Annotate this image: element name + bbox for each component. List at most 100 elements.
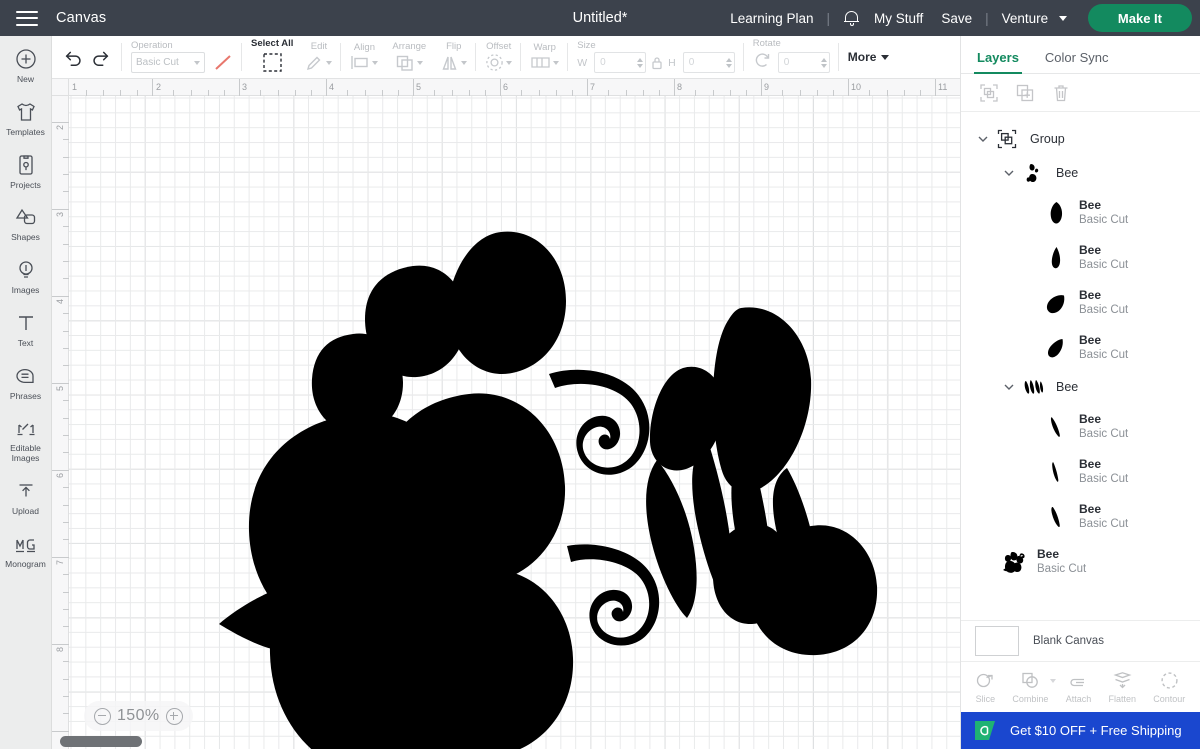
scrollbar-thumb[interactable]	[60, 736, 142, 747]
layer-row-bee-group-2[interactable]: Bee	[961, 370, 1200, 404]
canvas-area[interactable]: 1 2 3 4 5 6 7 8 9 10 11 2 3 4 5 6 7 8 15…	[52, 79, 960, 749]
chevron-down-icon	[326, 60, 333, 65]
top-bar-right: Learning Plan | My Stuff Save | Venture …	[721, 4, 1200, 32]
sidebar-label-phrases: Phrases	[9, 390, 42, 401]
flatten-label: Flatten	[1108, 693, 1136, 704]
chevron-down-icon	[553, 60, 560, 65]
promo-banner[interactable]: Get $10 OFF + Free Shipping	[961, 712, 1200, 749]
width-stepper[interactable]	[637, 57, 644, 68]
chevron-down-icon[interactable]	[1050, 678, 1057, 683]
sidebar-label-text: Text	[17, 337, 34, 348]
height-label: H	[668, 56, 676, 69]
slice-button[interactable]: Slice	[976, 671, 995, 704]
operation-color-swatch[interactable]	[213, 52, 233, 73]
delete-icon[interactable]	[1051, 83, 1071, 103]
edit-toolbar: Operation Basic Cut Select All Edit Alig…	[52, 36, 960, 79]
offset-button[interactable]	[485, 53, 513, 72]
layer-row-bee-6[interactable]: Bee Basic Cut	[961, 449, 1200, 494]
height-input[interactable]: 0	[682, 52, 735, 74]
tab-layers[interactable]: Layers	[974, 50, 1022, 74]
align-arrange-flip-group: Align Arrange Flip	[341, 36, 477, 78]
save-button[interactable]: Save	[932, 11, 981, 26]
shapes-icon	[13, 204, 39, 230]
duplicate-icon[interactable]	[1015, 83, 1035, 103]
layer-row-bee-1[interactable]: Bee Basic Cut	[961, 190, 1200, 235]
warp-button[interactable]	[530, 54, 560, 71]
canvas-horizontal-scrollbar[interactable]	[52, 735, 960, 749]
chevron-down-icon[interactable]	[1001, 379, 1017, 395]
layer-row-bee-3[interactable]: Bee Basic Cut	[961, 280, 1200, 325]
sidebar-label-monogram: Monogram	[5, 558, 46, 569]
vertical-ruler: 2 3 4 5 6 7 8	[52, 79, 69, 749]
rotate-icon[interactable]	[753, 51, 775, 75]
sidebar-item-projects[interactable]: Projects	[0, 152, 52, 191]
lock-icon[interactable]	[649, 56, 665, 70]
width-input[interactable]: 0	[594, 52, 647, 74]
layer-row-group[interactable]: Group	[961, 122, 1200, 156]
chevron-down-icon[interactable]	[1001, 165, 1017, 181]
history-group	[52, 36, 122, 78]
layers-tree[interactable]: Group Bee Bee Basic Cut Bee Basic Cut Be…	[961, 112, 1200, 620]
chevron-down-icon	[506, 60, 513, 65]
group-icon[interactable]	[979, 83, 999, 103]
sidebar-item-new[interactable]: New	[0, 46, 52, 85]
combine-button[interactable]: Combine	[1012, 671, 1057, 704]
sidebar-item-editable-images[interactable]: Editable Images	[0, 415, 52, 464]
layer-row-bee-group-1[interactable]: Bee	[961, 156, 1200, 190]
blank-canvas-row[interactable]: Blank Canvas	[961, 620, 1200, 662]
zoom-out-button[interactable]	[94, 707, 111, 725]
bell-icon[interactable]	[844, 10, 860, 27]
operation-value: Basic Cut	[136, 57, 179, 69]
arrange-label: Arrange	[392, 41, 427, 53]
height-stepper[interactable]	[725, 57, 732, 68]
ruler-h-tick-3: 3	[242, 82, 248, 92]
select-edit-group: Select All Edit	[242, 36, 342, 78]
attach-label: Attach	[1065, 693, 1092, 704]
make-it-button[interactable]: Make It	[1087, 4, 1192, 32]
my-stuff-link[interactable]: My Stuff	[865, 11, 932, 26]
bee-silhouette-artwork[interactable]	[69, 96, 960, 749]
sidebar-label-editable-images: Editable Images	[10, 443, 41, 464]
layer-row-bee-8[interactable]: Bee Basic Cut	[961, 539, 1200, 584]
editable-images-icon	[13, 415, 39, 441]
edit-button[interactable]	[305, 53, 333, 72]
layer-operation: Basic Cut	[1079, 427, 1129, 440]
layer-row-bee-7[interactable]: Bee Basic Cut	[961, 494, 1200, 539]
zoom-in-button[interactable]	[165, 707, 183, 725]
redo-button[interactable]	[87, 45, 113, 69]
sidebar-item-phrases[interactable]: Phrases	[0, 363, 52, 402]
undo-button[interactable]	[61, 45, 87, 69]
drop-thumb-2	[1043, 244, 1069, 272]
combine-icon	[1021, 671, 1040, 691]
rotate-stepper[interactable]	[820, 57, 827, 68]
chevron-down-icon[interactable]	[975, 131, 991, 147]
more-button[interactable]: More	[848, 50, 890, 64]
drop-thumb-3	[1043, 289, 1069, 317]
sidebar-item-templates[interactable]: Templates	[0, 99, 52, 138]
align-button[interactable]	[350, 54, 379, 71]
flip-button[interactable]	[440, 54, 468, 72]
rotate-input[interactable]: 0	[777, 52, 830, 74]
account-menu[interactable]: Venture	[993, 11, 1076, 26]
horizontal-ruler: 1 2 3 4 5 6 7 8 9 10 11	[52, 79, 960, 96]
select-all-button[interactable]	[259, 51, 285, 75]
hamburger-menu-icon[interactable]	[16, 10, 38, 26]
attach-button[interactable]: Attach	[1065, 671, 1092, 704]
sidebar-item-monogram[interactable]: Monogram	[0, 531, 52, 570]
sidebar-item-images[interactable]: Images	[0, 257, 52, 296]
contour-button[interactable]: Contour	[1153, 671, 1185, 704]
layer-row-bee-4[interactable]: Bee Basic Cut	[961, 325, 1200, 370]
ruler-h-tick-10: 10	[851, 82, 862, 92]
learning-plan-link[interactable]: Learning Plan	[721, 11, 822, 26]
operation-select[interactable]: Basic Cut	[131, 52, 205, 74]
sidebar-item-text[interactable]: Text	[0, 310, 52, 349]
layer-row-bee-2[interactable]: Bee Basic Cut	[961, 235, 1200, 280]
sidebar-item-shapes[interactable]: Shapes	[0, 204, 52, 243]
layer-row-bee-5[interactable]: Bee Basic Cut	[961, 404, 1200, 449]
arrange-button[interactable]	[395, 54, 424, 72]
layer-operation: Basic Cut	[1079, 213, 1129, 226]
sidebar-item-upload[interactable]: Upload	[0, 478, 52, 517]
flatten-button[interactable]: Flatten	[1108, 671, 1136, 704]
tab-color-sync[interactable]: Color Sync	[1045, 50, 1109, 73]
canvas-grid[interactable]	[69, 96, 960, 749]
